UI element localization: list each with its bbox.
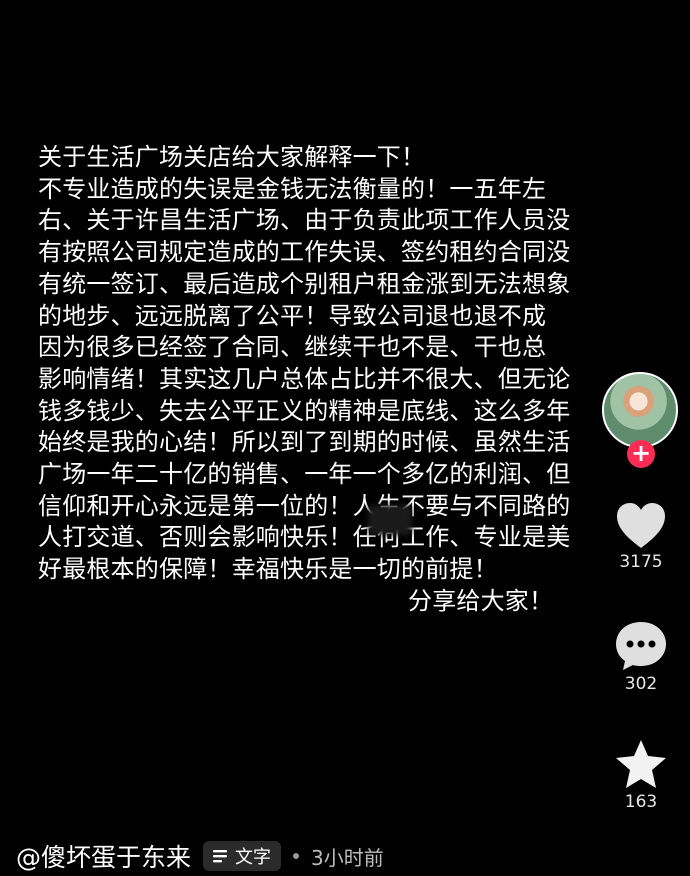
- post-line: 始终是我的心结！所以到了到期的时候、虽然生活: [38, 428, 571, 457]
- comment-bubble-icon: [616, 622, 666, 670]
- like-button[interactable]: 3175: [596, 502, 686, 572]
- post-line: 不专业造成的失误是金钱无法衡量的！一五年左: [38, 174, 547, 203]
- favorite-count: 163: [624, 792, 658, 812]
- like-count: 3175: [619, 552, 663, 572]
- post-line: 关于生活广场关店给大家解释一下！: [38, 143, 426, 171]
- post-line: 好最根本的保障！幸福快乐是一切的前提！: [38, 555, 498, 584]
- post-line: 广场一年二十亿的销售、一年一个多亿的利润、但: [38, 460, 571, 489]
- separator-dot: [293, 853, 300, 859]
- author-name[interactable]: @傻坏蛋于东来: [16, 838, 191, 874]
- post-signoff: 分享给大家！: [408, 586, 554, 615]
- post-text: 关于生活广场关店给大家解释一下！ 不专业造成的失误是金钱无法衡量的！一五年左 右…: [38, 142, 658, 618]
- heart-icon: [617, 503, 665, 548]
- avatar[interactable]: [602, 372, 678, 448]
- post-timestamp: 3小时前: [311, 845, 384, 870]
- text-tag[interactable]: 文字: [203, 841, 282, 871]
- post-line: 影响情绪！其实这几户总体占比并不很大、但无论: [38, 364, 571, 393]
- post-line: 的地步、远远脱离了公平！导致公司退也退不成: [38, 301, 547, 330]
- post-line: 有统一签订、最后造成个别租户租金涨到无法想象: [38, 269, 571, 298]
- blurred-region: [368, 505, 412, 535]
- post-line: 有按照公司规定造成的工作失误、签约租约合同没: [38, 238, 571, 267]
- follow-button[interactable]: +: [627, 440, 655, 468]
- star-icon: [616, 740, 666, 788]
- comment-count: 302: [624, 674, 658, 694]
- favorite-button[interactable]: 163: [596, 738, 686, 812]
- text-tag-label: 文字: [235, 847, 272, 868]
- post-line: 人打交道、否则会影响快乐！任何工作、专业是美: [38, 523, 571, 552]
- post-line: 钱多钱少、失去公平正义的精神是底线、这么多年: [38, 396, 571, 425]
- post-line: 右、关于许昌生活广场、由于负责此项工作人员没: [38, 206, 571, 235]
- comment-button[interactable]: 302: [596, 620, 686, 694]
- post-line: 信仰和开心永远是第一位的！人生不要与不同路的: [38, 491, 571, 520]
- post-line: 因为很多已经签了合同、继续干也不是、干也总: [38, 333, 547, 362]
- text-lines-icon: [213, 850, 228, 863]
- author-row: @傻坏蛋于东来 文字 3小时前: [16, 836, 384, 876]
